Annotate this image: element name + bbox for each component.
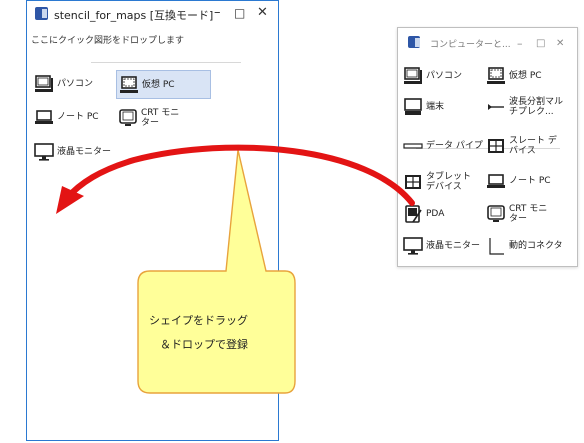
dynamic-connector-icon (486, 236, 506, 256)
desktop-pc-icon (34, 74, 54, 94)
visio-app-icon (408, 36, 420, 48)
visio-app-icon (35, 7, 48, 20)
item-label: 液晶モニター (426, 241, 481, 251)
laptop-icon (34, 107, 54, 127)
item-label: 仮想 PC (509, 71, 542, 81)
stencil-item-slate-device[interactable]: スレート デバイス (486, 129, 574, 163)
stencil-window-right: コンピューターと... – □ ✕ パソコン 仮想 PC 端末 波長分割マルチプ… (397, 27, 578, 267)
stencil-item-laptop[interactable]: ノート PC (34, 105, 114, 129)
minimize-button[interactable]: – (214, 6, 221, 20)
desktop-pc-icon (403, 66, 423, 86)
terminal-icon (403, 97, 423, 117)
window-title: stencil_for_maps [互換モード] (54, 9, 214, 22)
item-label: タブレット デバイス (426, 172, 472, 192)
item-label: CRT モニター (141, 108, 180, 128)
tablet-device-icon (403, 172, 423, 192)
stencil-item-lcd-monitor[interactable]: 液晶モニター (403, 234, 487, 258)
item-label: パソコン (426, 71, 463, 81)
close-button[interactable]: ✕ (257, 6, 268, 20)
data-pipe-icon (403, 136, 423, 156)
title-bar[interactable]: コンピューターと... – □ ✕ (398, 28, 577, 54)
laptop-icon (486, 171, 506, 191)
stencil-item-lcd-monitor[interactable]: 液晶モニター (34, 140, 129, 164)
lcd-monitor-icon (403, 236, 423, 256)
stencil-window-left: stencil_for_maps [互換モード] – □ ✕ ここにクイック図形… (26, 0, 279, 441)
crt-monitor-icon (118, 108, 138, 128)
item-label: ノート PC (57, 112, 99, 122)
wdm-icon (486, 97, 506, 117)
stencil-item-tablet-device[interactable]: タブレット デバイス (403, 165, 485, 199)
item-label: 波長分割マルチプレク... (509, 97, 564, 117)
drop-hint-text: ここにクイック図形をドロップします (31, 36, 185, 46)
item-label: PDA (426, 209, 445, 219)
item-label: 仮想 PC (142, 79, 175, 90)
stencil-item-pc[interactable]: パソコン (403, 64, 485, 88)
item-label: 端末 (426, 102, 445, 112)
item-label: スレート デバイス (509, 136, 557, 156)
stencil-item-crt-monitor[interactable]: CRT モニター (118, 104, 213, 132)
item-label: データ パイプ (426, 141, 483, 151)
stencil-item-virtual-pc[interactable]: 仮想 PC (486, 64, 574, 88)
lcd-monitor-icon (34, 142, 54, 162)
title-bar[interactable]: stencil_for_maps [互換モード] – □ ✕ (27, 1, 278, 29)
stencil-item-dynamic-connector[interactable]: 動的コネクタ (486, 234, 574, 258)
item-label: パソコン (57, 79, 94, 89)
stencil-item-pda[interactable]: PDA (403, 202, 485, 226)
callout-text-line-2: ＆ドロップで登録 (160, 338, 248, 351)
slate-device-icon (486, 136, 506, 156)
stencil-item-terminal[interactable]: 端末 (403, 95, 485, 119)
maximize-button[interactable]: □ (234, 6, 245, 20)
item-label: 動的コネクタ (509, 241, 563, 251)
stencil-item-crt-monitor[interactable]: CRT モニター (486, 198, 574, 230)
stencil-item-laptop[interactable]: ノート PC (486, 169, 574, 193)
callout-text-line-1: シェイプをドラッグ (149, 314, 248, 327)
stencil-item-virtual-pc[interactable]: 仮想 PC (116, 70, 211, 99)
stencil-item-data-pipe[interactable]: データ パイプ (403, 134, 485, 158)
crt-monitor-icon (486, 204, 506, 224)
stencil-item-pc[interactable]: パソコン (34, 72, 114, 96)
minimize-button[interactable]: – (517, 37, 523, 51)
close-button[interactable]: ✕ (556, 37, 564, 51)
maximize-button[interactable]: □ (536, 37, 545, 51)
window-title: コンピューターと... (430, 40, 511, 50)
virtual-pc-icon (119, 75, 139, 95)
separator (91, 62, 241, 63)
item-label: ノート PC (509, 176, 551, 186)
item-label: 液晶モニター (57, 147, 112, 157)
pda-icon (403, 204, 423, 224)
virtual-pc-icon (486, 66, 506, 86)
item-label: CRT モニター (509, 204, 548, 224)
stencil-item-wdm[interactable]: 波長分割マルチプレク... (486, 90, 574, 124)
